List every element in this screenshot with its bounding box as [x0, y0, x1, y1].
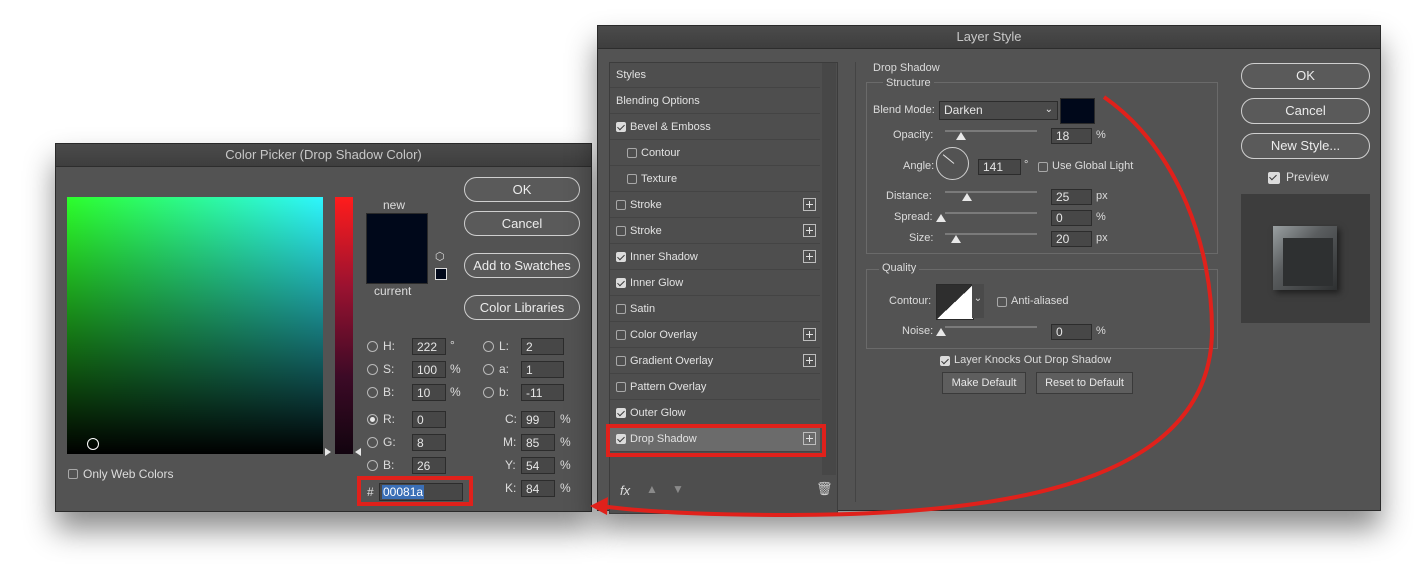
annotation-arrowhead [590, 497, 608, 515]
annotation-arrow-path [599, 95, 1215, 518]
annotation-arrow [590, 95, 1215, 518]
